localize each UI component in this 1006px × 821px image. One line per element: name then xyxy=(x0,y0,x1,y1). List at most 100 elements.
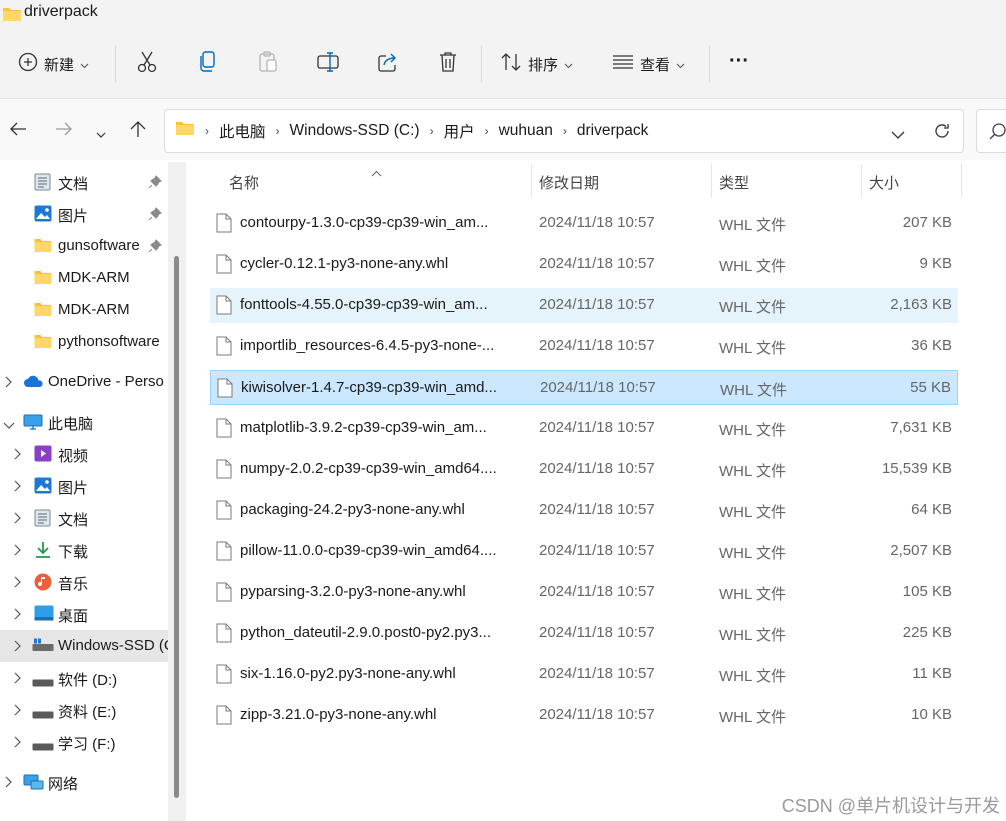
sidebar-item-music[interactable]: 音乐 xyxy=(0,566,168,598)
sidebar-item-label: 文档 xyxy=(58,176,89,193)
refresh-icon[interactable] xyxy=(933,122,951,144)
share-button[interactable] xyxy=(377,50,399,78)
sidebar-item-onedrive[interactable]: OneDrive - Perso xyxy=(0,366,168,398)
sidebar-item-pictures-pinned[interactable]: 图片 xyxy=(0,198,168,230)
chevron-right-icon[interactable] xyxy=(14,479,22,496)
chevron-right-icon[interactable] xyxy=(14,671,22,688)
folder-icon xyxy=(34,302,52,321)
file-type: WHL 文件 xyxy=(719,545,786,562)
chevron-right-icon[interactable] xyxy=(14,703,22,720)
chevron-right-icon[interactable] xyxy=(14,447,22,464)
file-row[interactable]: zipp-3.21.0-py3-none-any.whl 2024/11/18 1… xyxy=(210,698,958,733)
sidebar-item-label: 此电脑 xyxy=(48,416,94,433)
sidebar-item-desktop[interactable]: 桌面 xyxy=(0,598,168,630)
up-arrow-icon[interactable] xyxy=(129,120,147,142)
breadcrumb-current-folder[interactable]: driverpack xyxy=(577,122,649,140)
sidebar-item-downloads[interactable]: 下载 xyxy=(0,534,168,566)
sidebar-item-windows-ssd[interactable]: Windows-SSD (C:) xyxy=(0,630,168,662)
file-row[interactable]: pillow-11.0.0-cp39-cp39-win_amd64.... 202… xyxy=(210,534,958,569)
sidebar-item-gunsoftware[interactable]: gunsoftware xyxy=(0,230,168,262)
file-type: WHL 文件 xyxy=(719,340,786,357)
file-row[interactable]: kiwisolver-1.4.7-cp39-cp39-win_amd... 202… xyxy=(210,370,958,405)
desktop-icon xyxy=(34,605,54,625)
navigation-pane: 文档 图片 gunsoftware MDK-ARM MDK-ARM python… xyxy=(0,162,182,821)
rename-button[interactable] xyxy=(316,50,340,78)
file-row[interactable]: fonttools-4.55.0-cp39-cp39-win_am... 2024… xyxy=(210,288,958,323)
new-button[interactable]: 新建 xyxy=(18,50,89,78)
column-header-date[interactable]: 修改日期 xyxy=(539,172,599,193)
file-row[interactable]: pyparsing-3.2.0-py3-none-any.whl 2024/11/… xyxy=(210,575,958,610)
sidebar-item-documents-pinned[interactable]: 文档 xyxy=(0,166,168,198)
file-row[interactable]: contourpy-1.3.0-cp39-cp39-win_am... 2024/… xyxy=(210,206,958,241)
sidebar-item-this-pc[interactable]: 此电脑 xyxy=(0,406,168,438)
copy-button[interactable] xyxy=(197,50,219,78)
column-header-type[interactable]: 类型 xyxy=(719,172,749,193)
column-divider[interactable] xyxy=(861,164,862,198)
breadcrumb-users[interactable]: 用户 xyxy=(444,120,475,142)
file-row[interactable]: python_dateutil-2.9.0.post0-py2.py3... 20… xyxy=(210,616,958,651)
breadcrumb-this-pc[interactable]: 此电脑 xyxy=(219,120,266,142)
chevron-right-icon[interactable] xyxy=(14,543,22,560)
breadcrumb-separator-icon: › xyxy=(275,124,280,138)
documents-icon xyxy=(34,509,51,531)
file-row[interactable]: numpy-2.0.2-cp39-cp39-win_amd64.... 2024/… xyxy=(210,452,958,487)
breadcrumb-drive-c[interactable]: Windows-SSD (C:) xyxy=(290,122,420,140)
view-button[interactable]: 查看 xyxy=(612,50,685,78)
sidebar-item-mdk-arm[interactable]: MDK-ARM xyxy=(0,262,168,294)
chevron-right-icon[interactable] xyxy=(5,775,13,792)
address-history-chevron-icon[interactable] xyxy=(891,127,905,144)
column-divider[interactable] xyxy=(711,164,712,198)
file-row[interactable]: cycler-0.12.1-py3-none-any.whl 2024/11/18… xyxy=(210,247,958,282)
search-input[interactable] xyxy=(976,109,1006,153)
paste-button[interactable] xyxy=(257,50,279,78)
chevron-right-icon[interactable] xyxy=(14,575,22,592)
chevron-right-icon[interactable] xyxy=(14,607,22,624)
file-date: 2024/11/18 10:57 xyxy=(539,706,655,723)
column-header-name[interactable]: 名称 xyxy=(229,172,259,193)
chevron-right-icon[interactable] xyxy=(14,735,22,752)
back-arrow-icon[interactable] xyxy=(9,121,27,141)
window-title: driverpack xyxy=(24,3,98,20)
cut-button[interactable] xyxy=(136,50,158,78)
title-bar: driverpack xyxy=(0,0,1006,30)
sort-button[interactable]: 排序 xyxy=(500,50,573,78)
recent-locations-chevron-icon[interactable] xyxy=(96,126,106,143)
file-size: 105 KB xyxy=(902,583,952,600)
chevron-right-icon[interactable] xyxy=(14,639,22,656)
more-button[interactable]: ··· xyxy=(729,47,749,75)
file-icon xyxy=(216,459,232,483)
column-divider[interactable] xyxy=(961,164,962,198)
chevron-right-icon[interactable] xyxy=(5,375,13,392)
column-divider[interactable] xyxy=(531,164,532,198)
sidebar-item-drive-d[interactable]: 软件 (D:) xyxy=(0,662,168,694)
file-row[interactable]: packaging-24.2-py3-none-any.whl 2024/11/1… xyxy=(210,493,958,528)
sidebar-item-drive-e[interactable]: 资料 (E:) xyxy=(0,694,168,726)
sidebar-item-drive-f[interactable]: 学习 (F:) xyxy=(0,726,168,758)
sidebar-item-videos[interactable]: 视频 xyxy=(0,438,168,470)
forward-arrow-icon[interactable] xyxy=(55,121,73,141)
sidebar-item-network[interactable]: 网络 xyxy=(0,766,168,798)
breadcrumb-separator-icon: › xyxy=(205,124,209,138)
sidebar-item-pythonsoftware[interactable]: pythonsoftware xyxy=(0,326,168,358)
breadcrumb-user[interactable]: wuhuan xyxy=(499,122,553,140)
pin-icon xyxy=(148,239,162,257)
sidebar-item-pictures[interactable]: 图片 xyxy=(0,470,168,502)
chevron-down-icon xyxy=(676,56,685,73)
delete-button[interactable] xyxy=(438,50,458,78)
more-icon: ··· xyxy=(729,49,749,72)
file-row[interactable]: importlib_resources-6.4.5-py3-none-... 20… xyxy=(210,329,958,364)
address-bar[interactable]: › 此电脑 › Windows-SSD (C:) › 用户 › wuhuan ›… xyxy=(164,109,964,153)
file-name: importlib_resources-6.4.5-py3-none-... xyxy=(240,337,495,354)
file-type: WHL 文件 xyxy=(719,627,786,644)
file-row[interactable]: matplotlib-3.9.2-cp39-cp39-win_am... 2024… xyxy=(210,411,958,446)
chevron-down-icon[interactable] xyxy=(3,417,15,434)
sidebar-item-mdk-arm-2[interactable]: MDK-ARM xyxy=(0,294,168,326)
file-icon xyxy=(217,378,233,402)
file-type: WHL 文件 xyxy=(719,299,786,316)
sidebar-scrollbar-thumb[interactable] xyxy=(174,256,179,798)
pictures-icon xyxy=(34,205,52,226)
sidebar-item-documents[interactable]: 文档 xyxy=(0,502,168,534)
file-row[interactable]: six-1.16.0-py2.py3-none-any.whl 2024/11/1… xyxy=(210,657,958,692)
column-header-size[interactable]: 大小 xyxy=(869,172,899,193)
chevron-right-icon[interactable] xyxy=(14,511,22,528)
